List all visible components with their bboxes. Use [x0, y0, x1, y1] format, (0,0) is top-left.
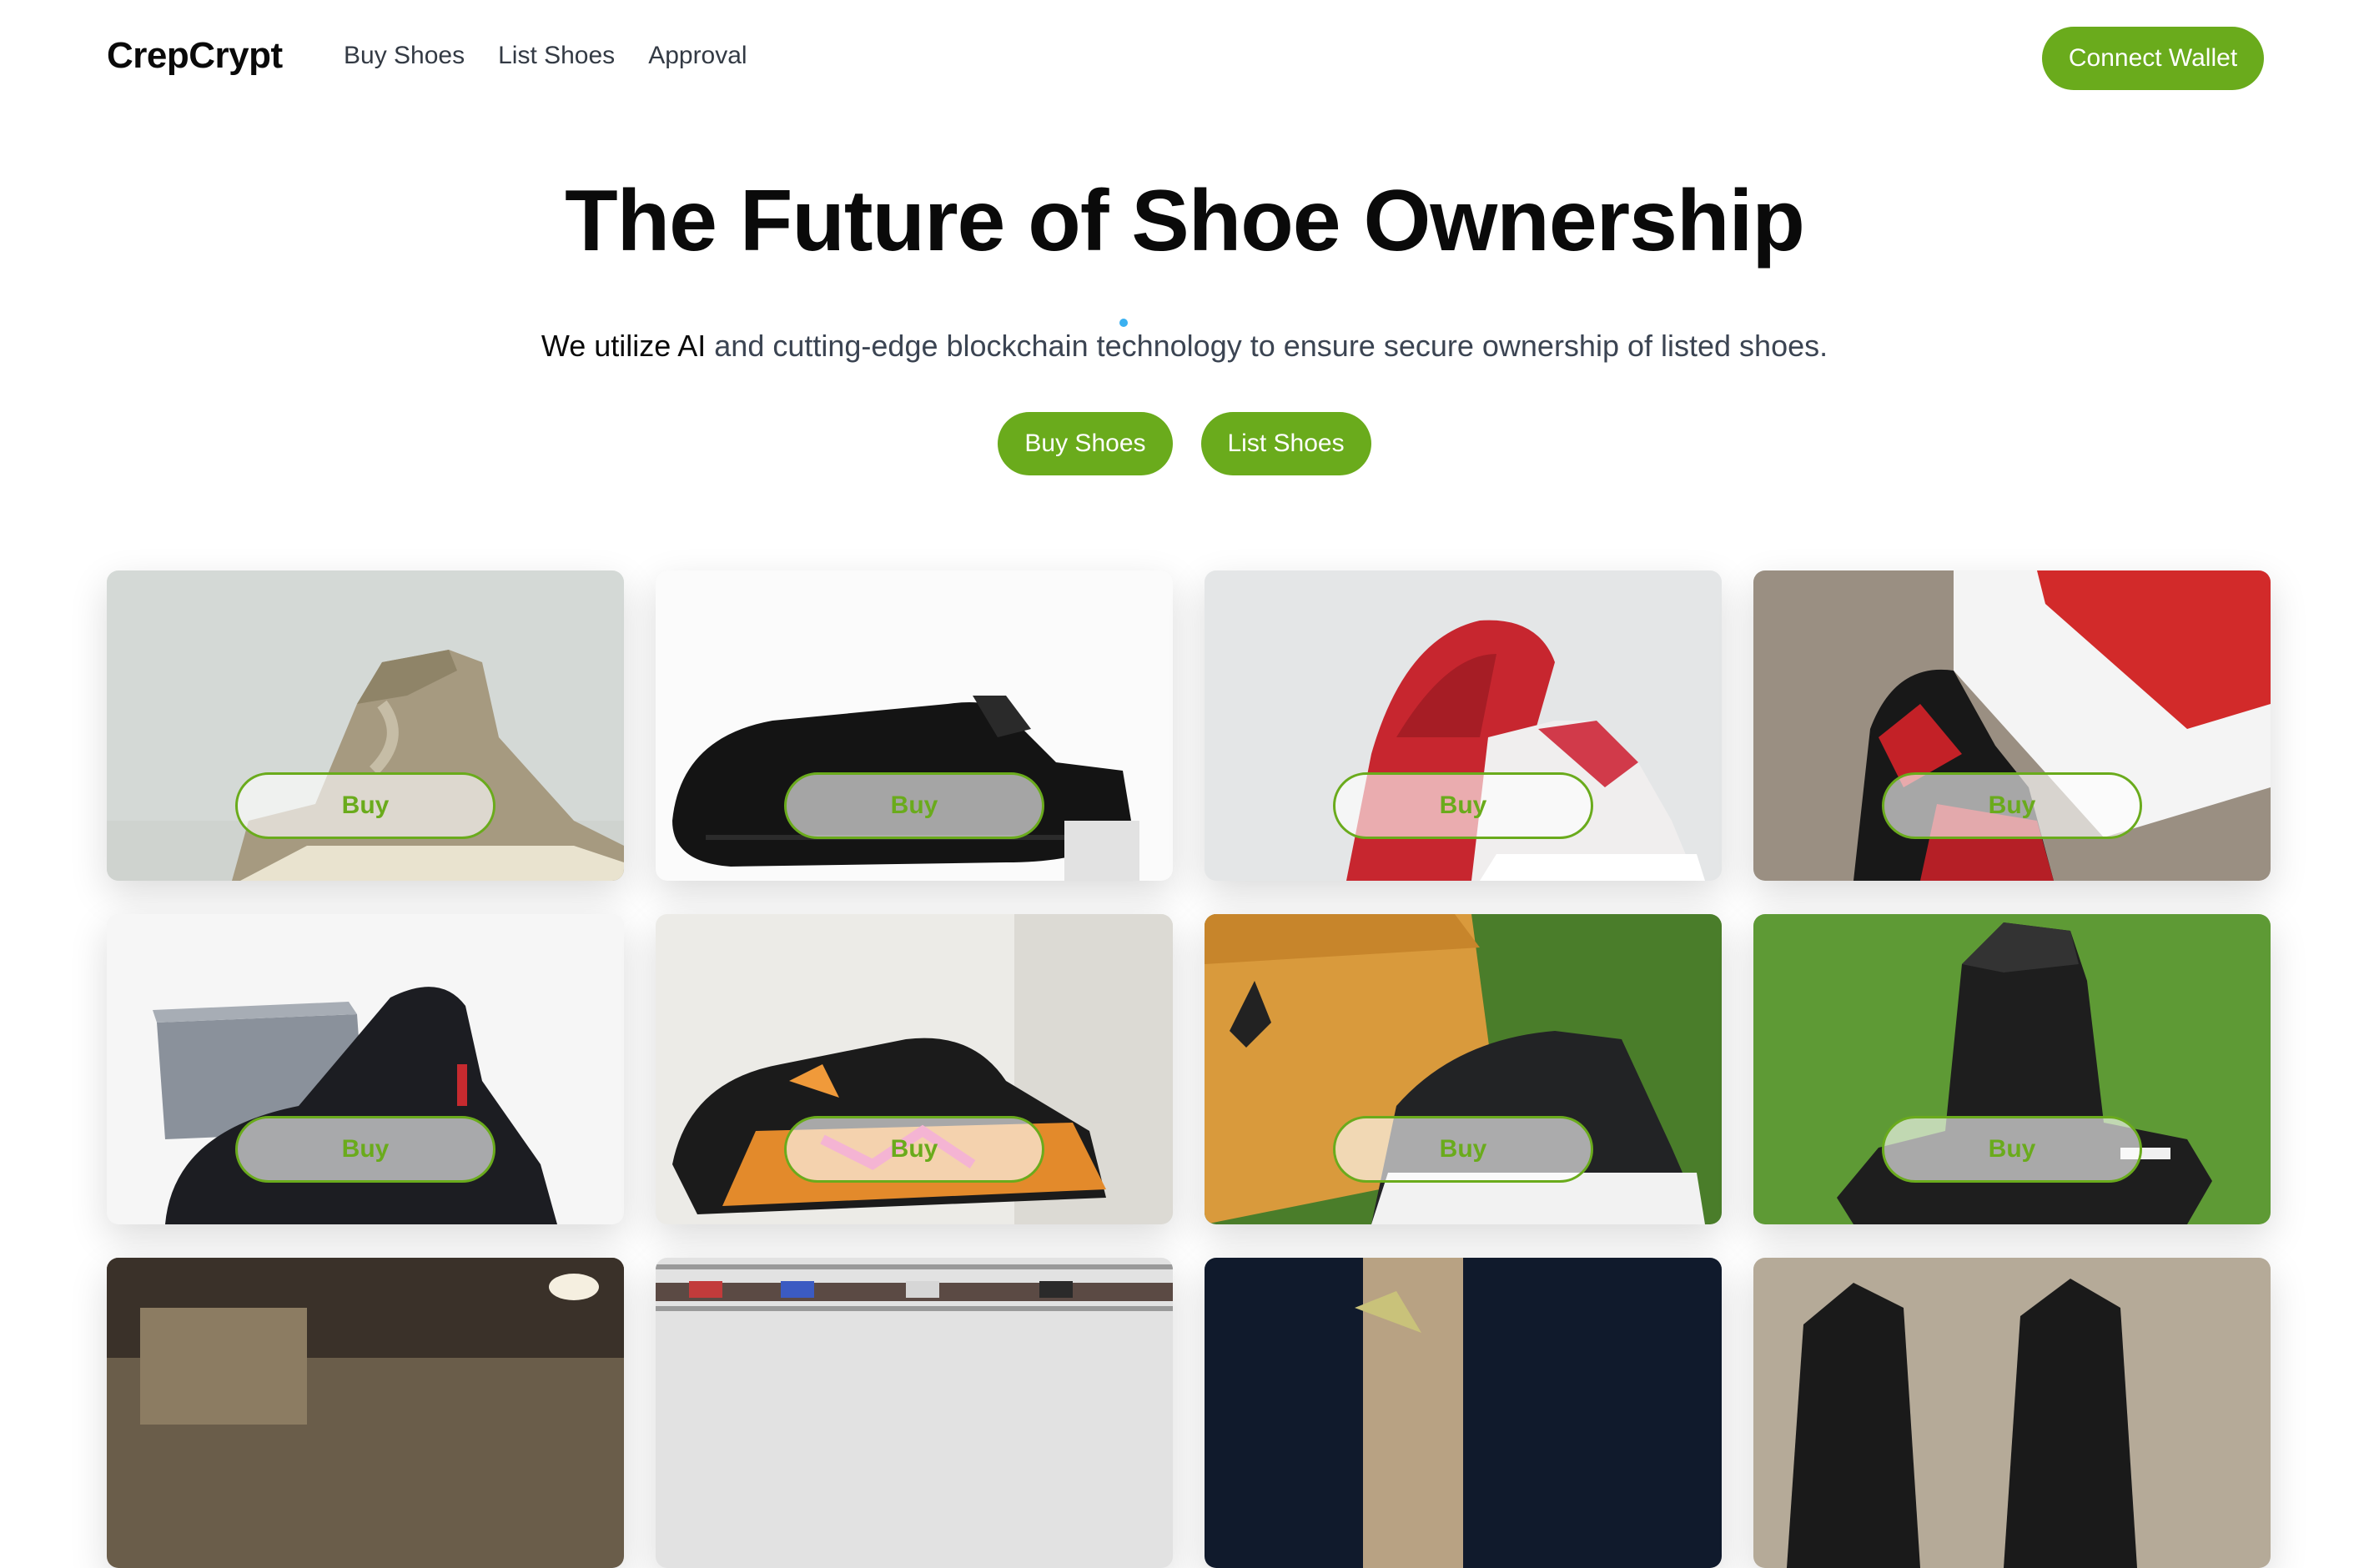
hero-buttons: Buy Shoes List Shoes: [0, 412, 2369, 475]
buy-button[interactable]: Buy: [235, 772, 495, 839]
buy-button[interactable]: Buy: [1882, 772, 2142, 839]
nav-link-approval[interactable]: Approval: [648, 42, 747, 70]
warehouse-photo: [107, 1258, 624, 1568]
shoe-card[interactable]: Buy: [107, 570, 624, 881]
shoe-card[interactable]: [656, 1258, 1173, 1568]
shoe-card[interactable]: Buy: [107, 914, 624, 1224]
shoe-card[interactable]: Buy: [1753, 570, 2271, 881]
brand-logo[interactable]: CrepCrypt: [107, 35, 283, 77]
hero-subtitle-lead: We utilize AI: [541, 329, 707, 363]
shoe-shelf-photo: [656, 1258, 1173, 1568]
shoe-listing-grid: Buy Buy Buy Buy Buy Buy Buy Buy: [107, 570, 2271, 1568]
shoe-card[interactable]: Buy: [656, 914, 1173, 1224]
dark-box-photo: [1205, 1258, 1722, 1568]
top-navbar: CrepCrypt Buy Shoes List Shoes Approval …: [0, 0, 2369, 117]
buy-button[interactable]: Buy: [784, 772, 1044, 839]
nav-link-list-shoes[interactable]: List Shoes: [498, 42, 615, 70]
hero-list-shoes-button[interactable]: List Shoes: [1200, 412, 1371, 475]
shoe-card[interactable]: Buy: [1205, 914, 1722, 1224]
nav-links: Buy Shoes List Shoes Approval: [344, 42, 747, 70]
buy-button[interactable]: Buy: [784, 1116, 1044, 1183]
shoe-card[interactable]: [107, 1258, 624, 1568]
shoe-card[interactable]: Buy: [1753, 914, 2271, 1224]
shoe-card[interactable]: [1205, 1258, 1722, 1568]
black-shoes-on-gravel-photo: [1753, 1258, 2271, 1568]
buy-button[interactable]: Buy: [1333, 772, 1593, 839]
hero-title: The Future of Shoe Ownership: [565, 173, 1805, 269]
shoe-card[interactable]: [1753, 1258, 2271, 1568]
hero-buy-shoes-button[interactable]: Buy Shoes: [998, 412, 1173, 475]
connect-wallet-button[interactable]: Connect Wallet: [2042, 27, 2264, 90]
buy-button[interactable]: Buy: [235, 1116, 495, 1183]
hero-subtitle: We utilize AI and cutting-edge blockchai…: [0, 329, 2369, 364]
buy-button[interactable]: Buy: [1333, 1116, 1593, 1183]
buy-button[interactable]: Buy: [1882, 1116, 2142, 1183]
shoe-card[interactable]: Buy: [656, 570, 1173, 881]
loading-dot: [1119, 319, 1128, 327]
shoe-card[interactable]: Buy: [1205, 570, 1722, 881]
nav-link-buy-shoes[interactable]: Buy Shoes: [344, 42, 465, 70]
hero-subtitle-rest: and cutting-edge blockchain technology t…: [706, 329, 1828, 363]
